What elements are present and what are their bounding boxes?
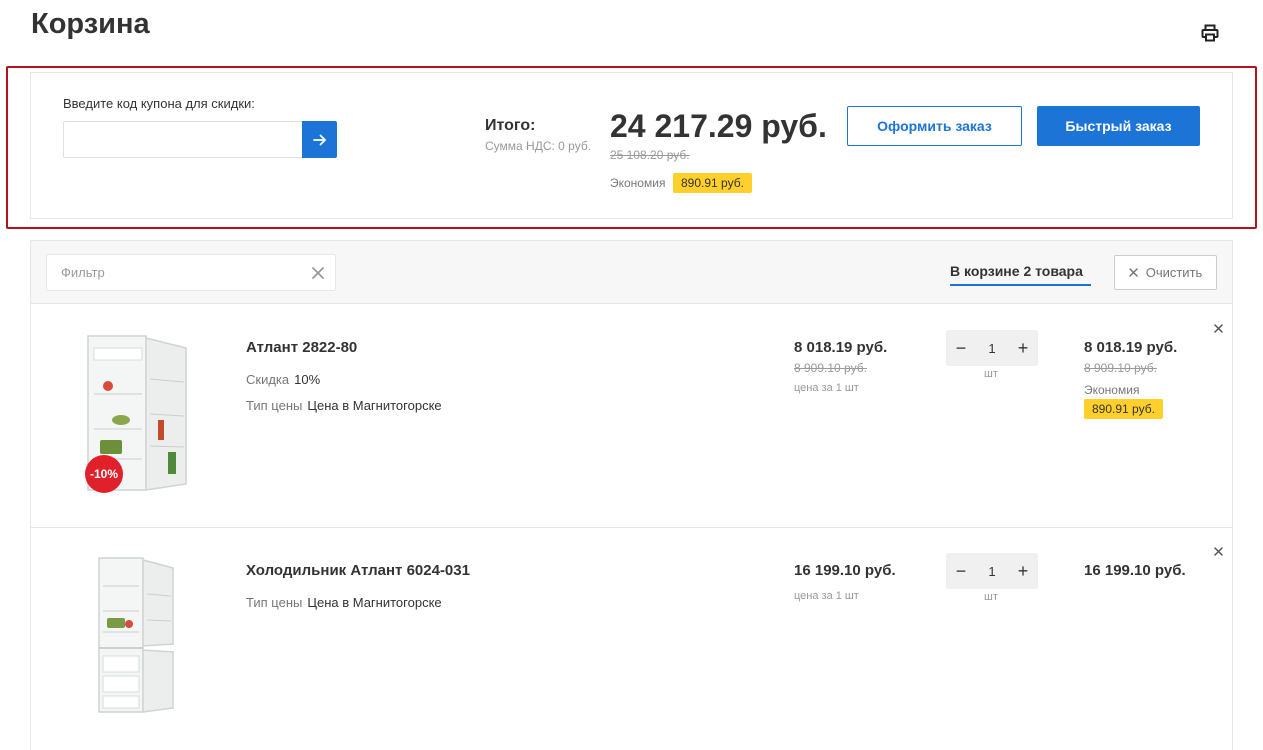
product-name[interactable]: Атлант 2822-80 bbox=[246, 339, 357, 356]
cart-items-panel bbox=[30, 240, 1233, 750]
product-name[interactable]: Холодильник Атлант 6024-031 bbox=[246, 562, 470, 579]
tab-underline bbox=[950, 284, 1091, 286]
item-economy-label: Экономия bbox=[1084, 383, 1140, 397]
prop-label: Тип цены bbox=[246, 398, 303, 413]
prop-label: Скидка bbox=[246, 372, 290, 387]
item-sum: 8 018.19 руб. bbox=[1084, 339, 1178, 356]
item-economy-badge: 890.91 руб. bbox=[1084, 399, 1163, 419]
close-icon[interactable] bbox=[309, 264, 327, 282]
quantity-stepper: − + bbox=[946, 330, 1038, 366]
clear-cart-button[interactable]: Очистить bbox=[1114, 255, 1217, 290]
cart-count-tab[interactable]: В корзине 2 товара bbox=[950, 263, 1083, 279]
price-per-unit: цена за 1 шт bbox=[794, 382, 859, 394]
qty-input[interactable] bbox=[977, 330, 1007, 366]
total-old-price: 25 108.20 руб. bbox=[610, 148, 690, 162]
product-price-type: Тип цены Цена в Магнитогорске bbox=[246, 595, 442, 610]
prop-value: Цена в Магнитогорске bbox=[307, 398, 442, 413]
prop-label: Тип цены bbox=[246, 595, 303, 610]
quick-order-button[interactable]: Быстрый заказ bbox=[1037, 106, 1200, 146]
page-title: Корзина bbox=[31, 8, 150, 40]
discount-badge: -10% bbox=[85, 455, 123, 493]
coupon-submit-button[interactable] bbox=[302, 121, 337, 158]
qty-increase-button[interactable]: + bbox=[1008, 330, 1038, 366]
qty-input[interactable] bbox=[977, 553, 1007, 589]
total-label: Итого: bbox=[485, 117, 536, 134]
economy-badge: 890.91 руб. bbox=[673, 173, 752, 193]
coupon-input[interactable] bbox=[63, 121, 303, 158]
remove-item-icon[interactable] bbox=[1211, 321, 1225, 335]
printer-icon[interactable] bbox=[1199, 22, 1221, 44]
qty-decrease-button[interactable]: − bbox=[946, 330, 976, 366]
checkout-button[interactable]: Оформить заказ bbox=[847, 106, 1022, 146]
item-sum: 16 199.10 руб. bbox=[1084, 562, 1186, 579]
product-price-type: Тип цены Цена в Магнитогорске bbox=[246, 398, 442, 413]
unit-price: 8 018.19 руб. bbox=[794, 339, 888, 356]
price-per-unit: цена за 1 шт bbox=[794, 590, 859, 602]
prop-value: 10% bbox=[294, 372, 321, 387]
qty-unit: шт bbox=[984, 368, 998, 380]
vat-amount: Сумма НДС: 0 руб. bbox=[485, 139, 592, 153]
qty-decrease-button[interactable]: − bbox=[946, 553, 976, 589]
unit-price: 16 199.10 руб. bbox=[794, 562, 896, 579]
close-icon bbox=[1128, 268, 1138, 277]
economy-label: Экономия bbox=[610, 176, 666, 190]
clear-cart-label: Очистить bbox=[1145, 265, 1203, 280]
filter-input[interactable] bbox=[46, 254, 336, 291]
qty-unit: шт bbox=[984, 591, 998, 603]
quantity-stepper: − + bbox=[946, 553, 1038, 589]
remove-item-icon[interactable] bbox=[1211, 544, 1225, 558]
qty-increase-button[interactable]: + bbox=[1008, 553, 1038, 589]
item-sum-old: 8 909.10 руб. bbox=[1084, 361, 1157, 375]
total-price: 24 217.29 руб. bbox=[610, 108, 827, 144]
unit-old-price: 8 909.10 руб. bbox=[794, 361, 867, 375]
arrow-right-icon bbox=[312, 134, 326, 145]
product-discount: Скидка 10% bbox=[246, 372, 320, 387]
product-image[interactable] bbox=[97, 556, 177, 716]
coupon-label: Введите код купона для скидки: bbox=[63, 96, 255, 111]
item-divider bbox=[31, 527, 1232, 528]
prop-value: Цена в Магнитогорске bbox=[307, 595, 442, 610]
